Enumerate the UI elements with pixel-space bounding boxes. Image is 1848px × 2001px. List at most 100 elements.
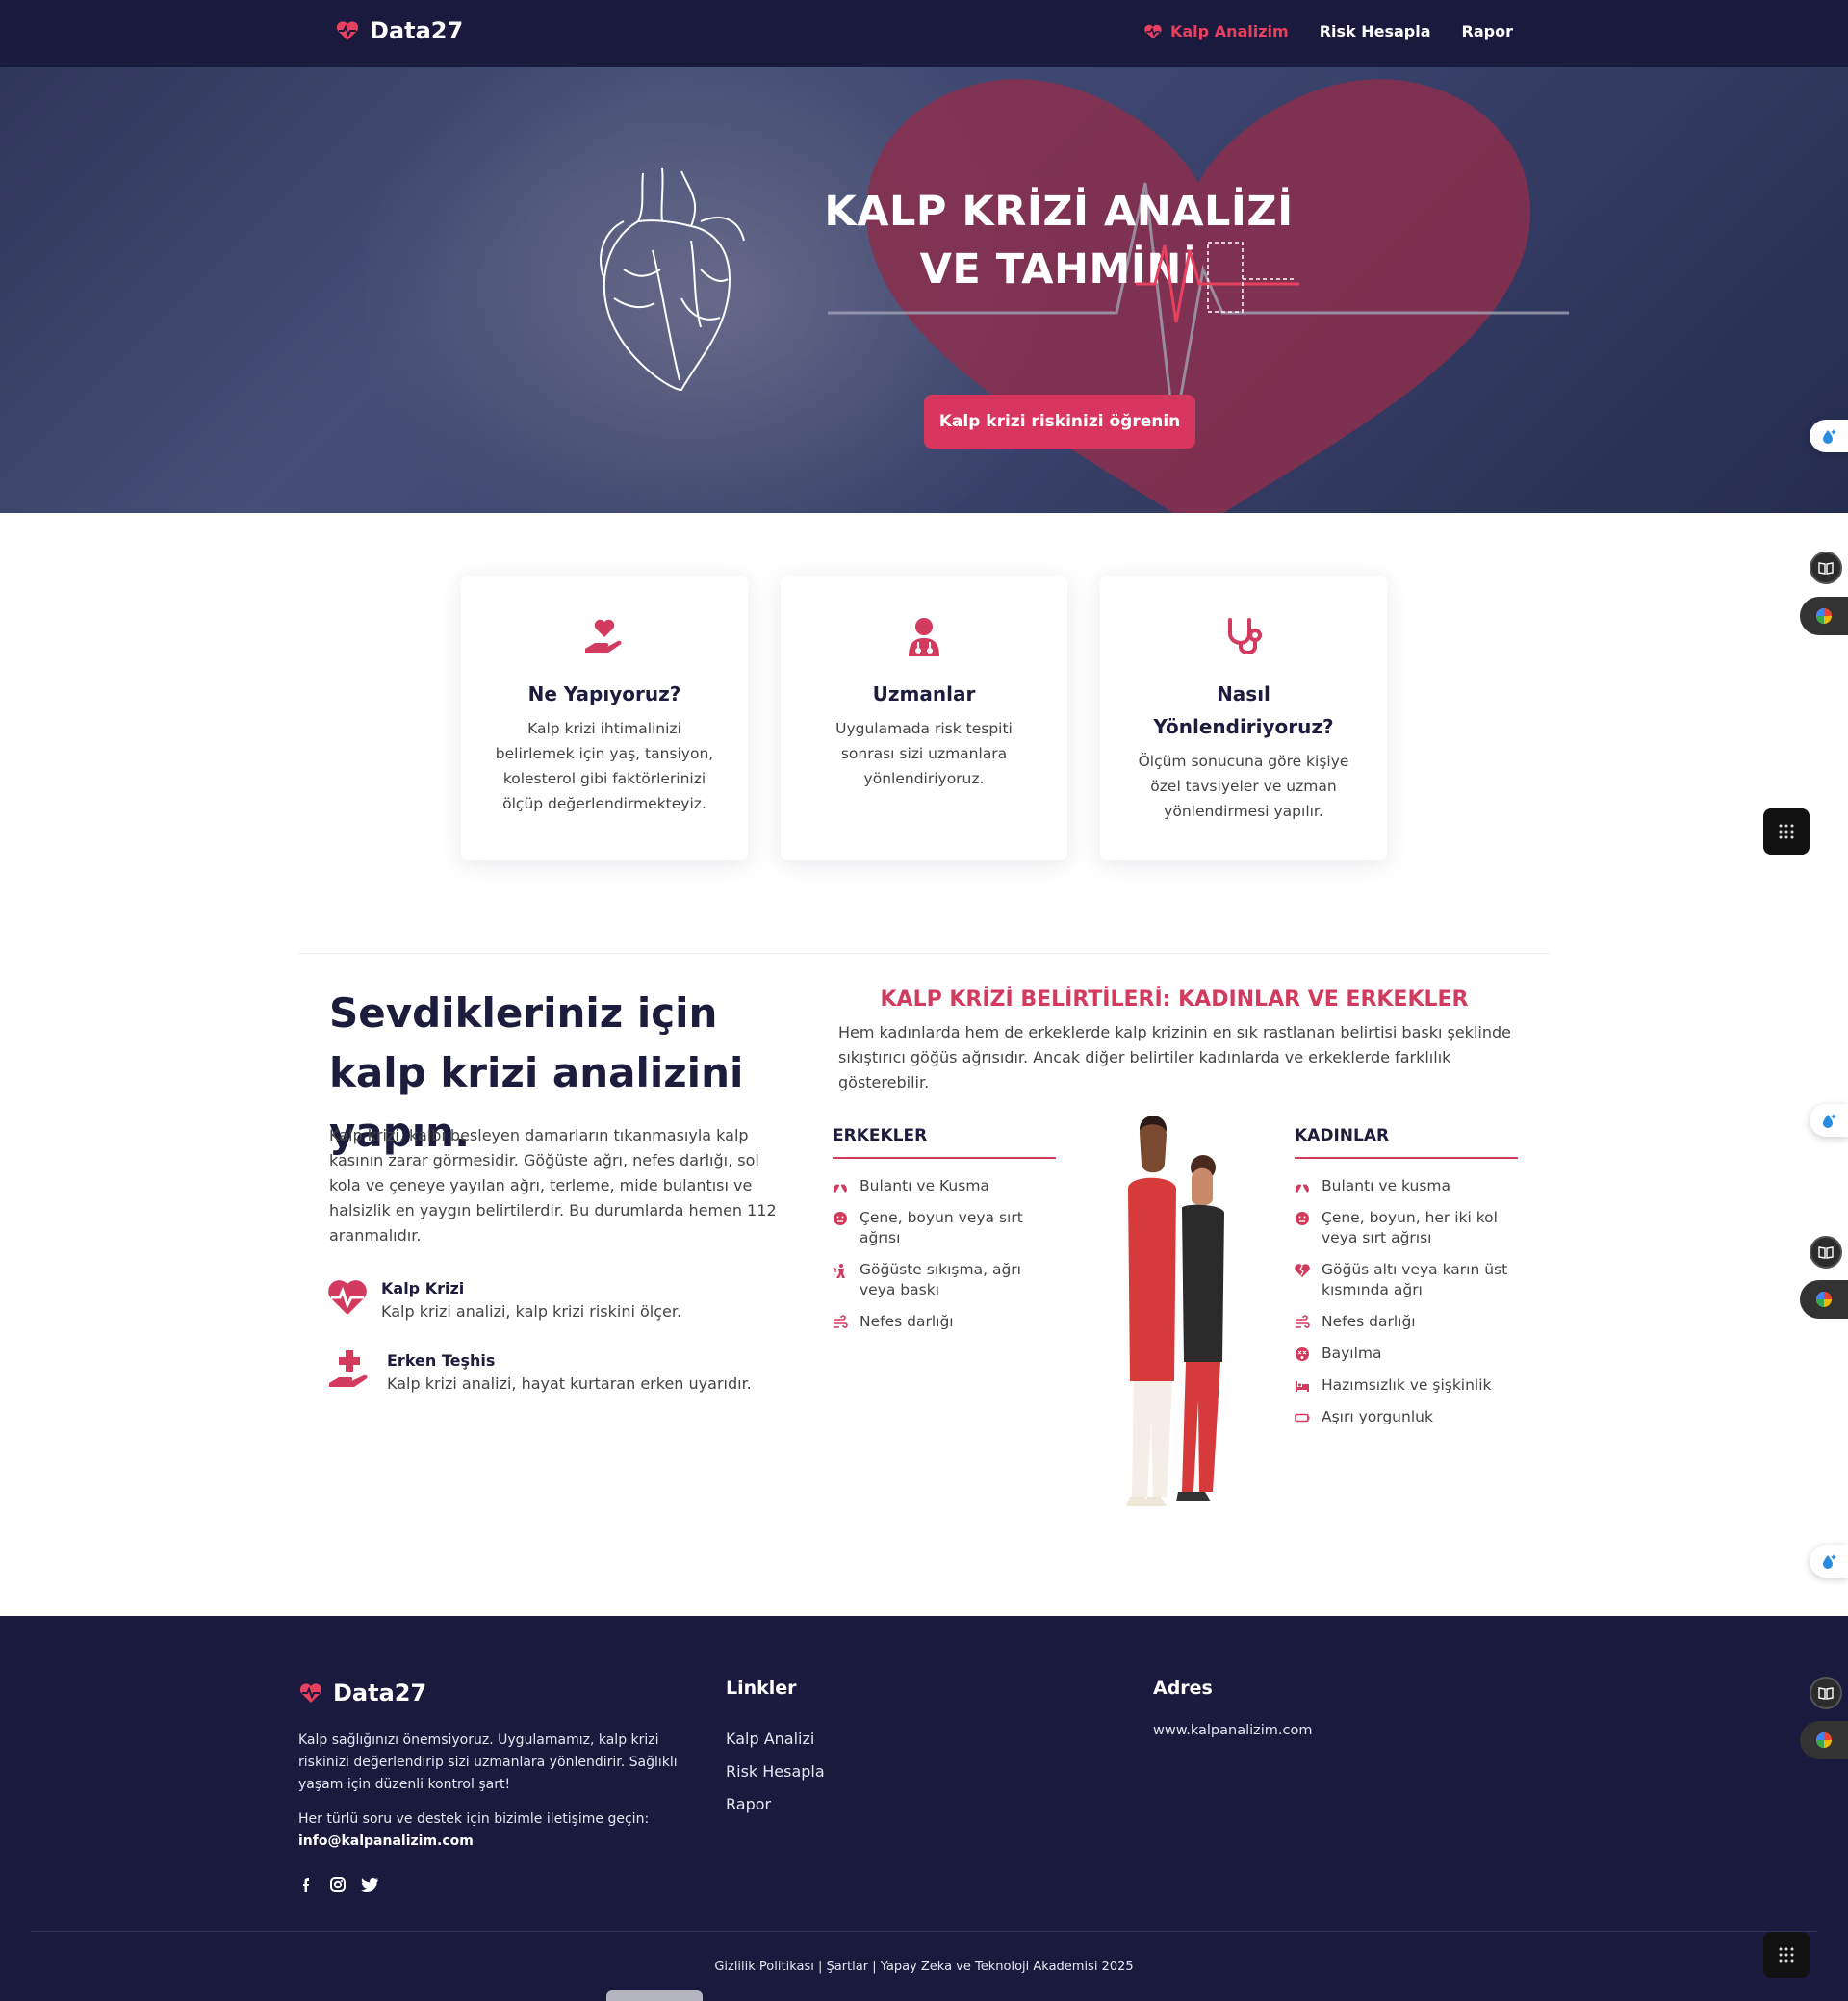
- card-title: Nasıl Yönlendiriyoruz?: [1153, 682, 1334, 738]
- footer-email-link[interactable]: info@kalpanalizim.com: [298, 1834, 474, 1849]
- drop-widget-button[interactable]: [1810, 1104, 1848, 1137]
- footer-link-rapor[interactable]: Rapor: [726, 1788, 825, 1821]
- brand-logo[interactable]: Data27: [335, 17, 463, 44]
- card-text: Ölçüm sonucuna göre kişiye özel tavsiyel…: [1138, 753, 1349, 820]
- card-ne-yapiyoruz: Ne Yapıyoruz? Kalp krizi ihtimalinizi be…: [461, 576, 748, 860]
- women-heading: KADINLAR: [1295, 1126, 1518, 1159]
- reader-widget-button[interactable]: [1810, 552, 1842, 584]
- feature-desc: Kalp krizi analizi, kalp krizi riskini ö…: [381, 1302, 682, 1321]
- heart-pulse-icon: [328, 1280, 367, 1315]
- footer-brand[interactable]: Data27: [298, 1680, 426, 1706]
- symptoms-intro: Hem kadınlarda hem de erkeklerde kalp kr…: [838, 1023, 1511, 1091]
- google-icon: [1816, 608, 1832, 624]
- google-icon: [1816, 1292, 1832, 1307]
- list-item: Göğüs altı veya karın üst kısmında ağrı: [1295, 1260, 1518, 1300]
- nav-rapor[interactable]: Rapor: [1462, 22, 1513, 40]
- footer-divider: [31, 1931, 1817, 1932]
- book-icon: [1818, 1246, 1834, 1259]
- navbar: Data27 Kalp Analizim Risk Hesapla Rapor: [0, 0, 1848, 67]
- bed-icon: [1296, 1381, 1309, 1392]
- card-text: Uygulamada risk tespiti sonrası sizi uzm…: [835, 720, 1013, 787]
- google-widget-button[interactable]: [1800, 597, 1848, 635]
- blackbox-widget-button[interactable]: [1763, 808, 1810, 855]
- instagram-icon[interactable]: [329, 1876, 346, 1893]
- footer-link-risk-hesapla[interactable]: Risk Hesapla: [726, 1756, 825, 1788]
- drop-widget-button[interactable]: [1810, 1545, 1848, 1578]
- water-drop-icon: [1823, 1114, 1836, 1128]
- scroll-handle[interactable]: [606, 1990, 703, 2001]
- footer-links: Kalp Analizi Risk Hesapla Rapor: [726, 1723, 825, 1821]
- list-item: Çene, boyun veya sırt ağrısı: [833, 1208, 1056, 1248]
- footer-brand-name: Data27: [333, 1680, 427, 1706]
- wind-icon: [1296, 1315, 1310, 1328]
- card-title: Ne Yapıyoruz?: [527, 682, 681, 705]
- feature-desc: Kalp krizi analizi, hayat kurtaran erken…: [387, 1374, 752, 1393]
- heart-pulse-icon: [299, 1683, 322, 1703]
- water-drop-icon: [1823, 429, 1836, 444]
- footer: Data27 Kalp sağlığınızı önemsiyoruz. Uyg…: [0, 1616, 1848, 2001]
- heart-pulse-icon: [336, 21, 359, 40]
- nav-label: Kalp Analizim: [1169, 22, 1289, 40]
- dizzy-face-icon: [1296, 1347, 1309, 1361]
- anatomical-heart-icon: [600, 167, 745, 392]
- list-item: Aşırı yorgunluk: [1295, 1407, 1518, 1427]
- face-icon: [834, 1212, 847, 1225]
- hand-medical-icon: [329, 1350, 368, 1387]
- section-divider: [298, 953, 1550, 954]
- ecg-line-icon: [1136, 242, 1299, 323]
- feature-title: Erken Teşhis: [387, 1351, 496, 1370]
- battery-empty-icon: [1295, 1413, 1310, 1423]
- nav-kalp-analizim[interactable]: Kalp Analizim: [1143, 22, 1289, 40]
- footer-contact-text: Her türlü soru ve destek için bizimle il…: [298, 1811, 650, 1827]
- book-icon: [1818, 562, 1834, 575]
- footer-link-kalp-analizi[interactable]: Kalp Analizi: [726, 1723, 825, 1756]
- footer-bottom-text: Gizlilik Politikası | Şartlar | Yapay Ze…: [714, 1960, 1134, 1974]
- feature-title: Kalp Krizi: [381, 1279, 465, 1297]
- social-links: [298, 1876, 379, 1893]
- symptoms-title: KALP KRİZİ BELİRTİLERİ: KADINLAR VE ERKE…: [880, 988, 1469, 1012]
- feature-kalp-krizi: Kalp Krizi Kalp krizi analizi, kalp kriz…: [327, 1278, 681, 1324]
- brand-name: Data27: [370, 17, 464, 44]
- feature-erken-teshis: Erken Teşhis Kalp krizi analizi, hayat k…: [327, 1350, 752, 1397]
- doctor-icon: [909, 618, 939, 656]
- men-heading: ERKEKLER: [833, 1126, 1056, 1159]
- twitter-icon[interactable]: [360, 1876, 379, 1893]
- card-uzmanlar: Uzmanlar Uygulamada risk tespiti sonrası…: [781, 576, 1067, 860]
- footer-address-link[interactable]: www.kalpanalizim.com: [1153, 1723, 1312, 1738]
- stethoscope-icon: [1228, 618, 1262, 654]
- nav-menu: Kalp Analizim Risk Hesapla Rapor: [1143, 22, 1513, 40]
- list-item: Hazımsızlık ve şişkinlik: [1295, 1375, 1518, 1396]
- hand-heart-icon: [585, 619, 622, 653]
- facebook-icon[interactable]: [298, 1876, 316, 1893]
- footer-links-title: Linkler: [726, 1678, 797, 1699]
- heart-broken-icon: [1295, 1264, 1310, 1277]
- men-symptom-list: Bulantı ve Kusma Çene, boyun veya sırt a…: [833, 1176, 1056, 1344]
- nav-risk-hesapla[interactable]: Risk Hesapla: [1320, 22, 1431, 40]
- blackbox-icon: [1779, 1947, 1794, 1963]
- blackbox-icon: [1779, 824, 1794, 839]
- face-icon: [1296, 1212, 1309, 1225]
- card-title: Uzmanlar: [872, 682, 976, 705]
- list-item: Nefes darlığı: [1295, 1312, 1518, 1332]
- risk-cta-button[interactable]: Kalp krizi riskinizi öğrenin: [924, 395, 1195, 449]
- lungs-icon: [834, 1181, 847, 1193]
- google-widget-button[interactable]: [1800, 1721, 1848, 1759]
- heartbeat-icon: [1144, 24, 1162, 38]
- google-widget-button[interactable]: [1800, 1280, 1848, 1319]
- blackbox-widget-button[interactable]: [1763, 1932, 1810, 1978]
- list-item: Bulantı ve kusma: [1295, 1176, 1518, 1196]
- water-drop-icon: [1823, 1554, 1836, 1569]
- drop-widget-button[interactable]: [1810, 420, 1848, 452]
- list-item: Nefes darlığı: [833, 1312, 1056, 1332]
- wind-icon: [834, 1315, 848, 1328]
- footer-about: Kalp sağlığınızı önemsiyoruz. Uygulamamı…: [298, 1732, 678, 1792]
- info-text: Kalp krizi, kalbi besleyen damarların tı…: [329, 1126, 777, 1244]
- footer-contact: Her türlü soru ve destek için bizimle il…: [298, 1809, 683, 1853]
- list-item: Bulantı ve Kusma: [833, 1176, 1056, 1196]
- footer-address-title: Adres: [1153, 1678, 1213, 1699]
- reader-widget-button[interactable]: [1810, 1677, 1842, 1709]
- reader-widget-button[interactable]: [1810, 1236, 1842, 1269]
- hero-section: KALP KRİZİ ANALİZİ VE TAHMİNİ Kalp krizi…: [0, 67, 1848, 513]
- women-symptom-list: Bulantı ve kusma Çene, boyun, her iki ko…: [1295, 1176, 1518, 1439]
- book-icon: [1818, 1687, 1834, 1700]
